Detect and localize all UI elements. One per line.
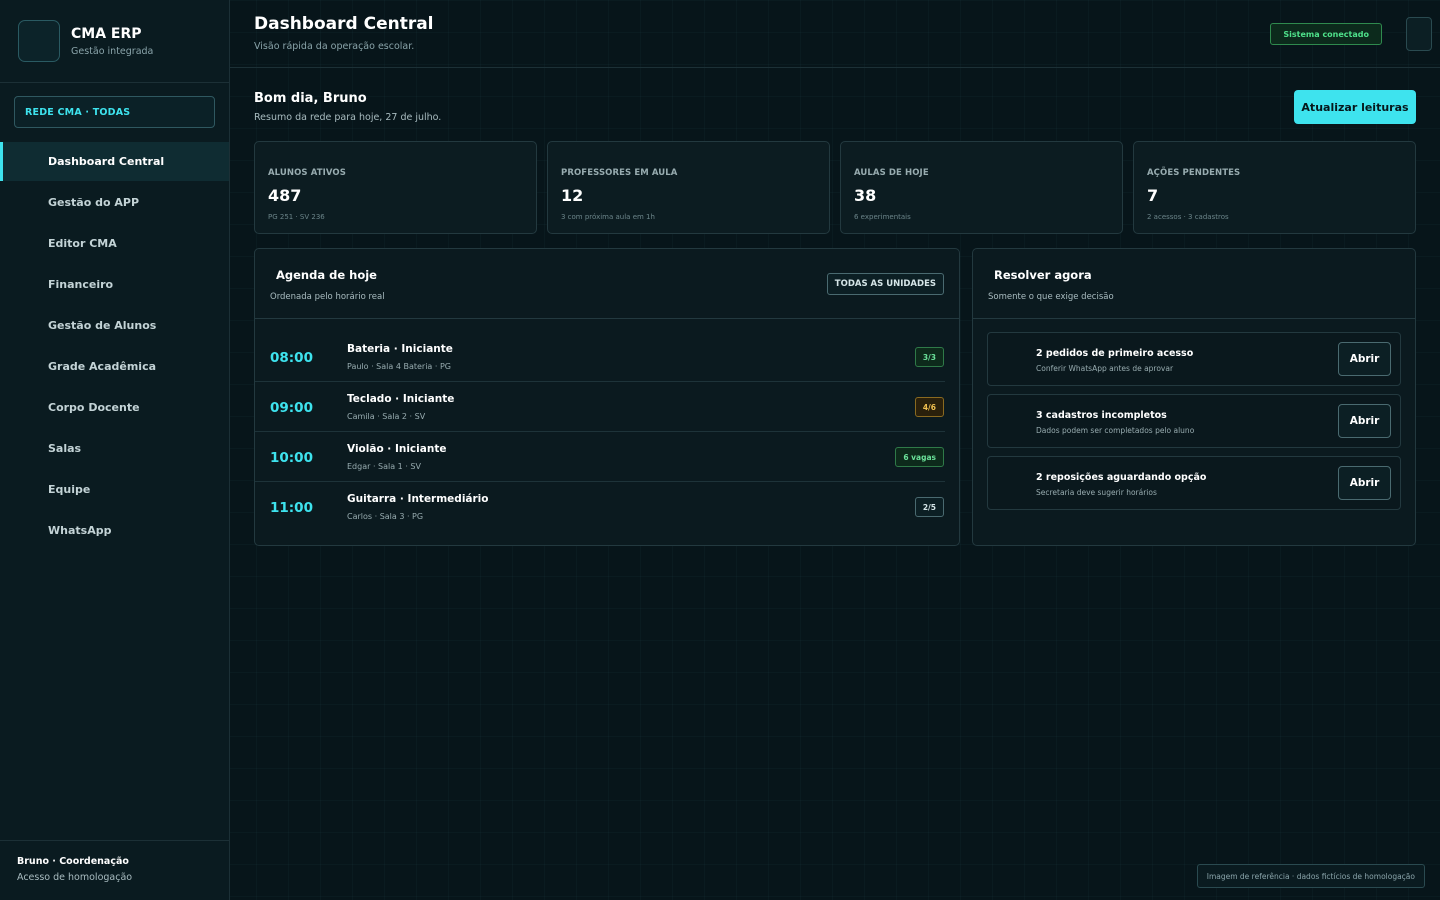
kpi-label: AÇÕES PENDENTES: [1147, 168, 1241, 178]
sidebar-item-whatsapp[interactable]: WhatsApp: [0, 511, 229, 550]
resolve-header: Resolver agora Somente o que exige decis…: [973, 249, 1415, 319]
page-subtitle: Visão rápida da operação escolar.: [254, 41, 415, 52]
agenda-row[interactable]: 09:00 Teclado · Iniciante Camila · Sala …: [255, 382, 945, 432]
kpi-label: ALUNOS ATIVOS: [268, 168, 346, 178]
resolve-panel: Resolver agora Somente o que exige decis…: [972, 248, 1416, 546]
sidebar-item-financeiro[interactable]: Financeiro: [0, 265, 229, 304]
kpi-detail: PG 251 · SV 236: [268, 213, 325, 221]
task-subtitle: Conferir WhatsApp antes de aprovar: [1036, 364, 1174, 373]
brand: CMA ERP Gestão integrada: [0, 0, 229, 83]
sidebar-item-salas[interactable]: Salas: [0, 429, 229, 468]
task-title: 2 pedidos de primeiro acesso: [1036, 348, 1194, 359]
kpi-card-aulas-de-hoje: AULAS DE HOJE 38 6 experimentais: [840, 141, 1123, 234]
agenda-row[interactable]: 10:00 Violão · Iniciante Edgar · Sala 1 …: [255, 432, 945, 482]
brand-logo: [18, 20, 60, 62]
resolve-subtitle: Somente o que exige decisão: [988, 292, 1114, 302]
kpi-value: 12: [561, 186, 584, 205]
sidebar-item-equipe[interactable]: Equipe: [0, 470, 229, 509]
capacity-badge: 4/6: [914, 397, 944, 417]
capacity-badge: 3/3: [914, 347, 944, 367]
status-badge: Sistema conectado: [1270, 23, 1382, 45]
agenda-row[interactable]: 11:00 Guitarra · Intermediário Carlos · …: [255, 482, 945, 532]
network-select[interactable]: REDE CMA · TODAS: [14, 96, 215, 128]
task-subtitle: Dados podem ser completados pelo aluno: [1036, 426, 1195, 435]
agenda-time: 10:00: [270, 450, 313, 466]
kpi-label: AULAS DE HOJE: [854, 168, 929, 178]
greeting-subtitle: Resumo da rede para hoje, 27 de julho.: [254, 112, 442, 123]
kpi-value: 7: [1147, 186, 1159, 205]
brand-title: CMA ERP: [71, 25, 142, 42]
greeting-title: Bom dia, Bruno: [254, 91, 367, 106]
user-name: Bruno · Coordenação: [17, 856, 129, 867]
user-role: Acesso de homologação: [17, 872, 133, 883]
agenda-class-name: Violão · Iniciante: [347, 443, 447, 455]
kpi-value: 487: [268, 186, 302, 205]
sidebar-item-grade-academica[interactable]: Grade Acadêmica: [0, 347, 229, 386]
greeting: Bom dia, Bruno Resumo da rede para hoje,…: [254, 91, 441, 123]
top-bar: Dashboard Central Visão rápida da operaç…: [230, 0, 1440, 68]
sidebar-item-gestao-do-app[interactable]: Gestão do APP: [0, 183, 229, 222]
kpi-card-acoes-pendentes: AÇÕES PENDENTES 7 2 acessos · 3 cadastro…: [1133, 141, 1416, 234]
sidebar-item-editor-cma[interactable]: Editor CMA: [0, 224, 229, 263]
agenda-class-meta: Camila · Sala 2 · SV: [347, 412, 426, 421]
open-button[interactable]: Abrir: [1338, 404, 1391, 438]
capacity-badge: 2/5: [914, 497, 944, 517]
agenda-row[interactable]: 08:00 Bateria · Iniciante Paulo · Sala 4…: [255, 332, 945, 382]
menu-button[interactable]: [1406, 17, 1432, 51]
agenda-class-name: Teclado · Iniciante: [347, 393, 455, 405]
agenda-time: 11:00: [270, 500, 313, 516]
kpi-detail: 2 acessos · 3 cadastros: [1147, 213, 1229, 221]
reference-note: Imagem de referência · dados fictícios d…: [1196, 864, 1425, 888]
user-info: Bruno · Coordenação Acesso de homologaçã…: [0, 840, 229, 900]
kpi-card-professores-em-aula: PROFESSORES EM AULA 12 3 com próxima aul…: [547, 141, 830, 234]
agenda-subtitle: Ordenada pelo horário real: [270, 292, 385, 302]
agenda-class-meta: Edgar · Sala 1 · SV: [347, 462, 421, 471]
agenda-panel: Agenda de hoje Ordenada pelo horário rea…: [254, 248, 960, 546]
pending-task: 3 cadastros incompletos Dados podem ser …: [987, 394, 1401, 448]
kpi-detail: 6 experimentais: [854, 213, 911, 221]
brand-subtitle: Gestão integrada: [71, 45, 154, 57]
agenda-class-meta: Carlos · Sala 3 · PG: [347, 512, 424, 521]
units-filter-button[interactable]: TODAS AS UNIDADES: [826, 273, 944, 295]
sidebar-item-gestao-de-alunos[interactable]: Gestão de Alunos: [0, 306, 229, 345]
kpi-label: PROFESSORES EM AULA: [561, 168, 678, 178]
agenda-time: 09:00: [270, 400, 313, 416]
open-button[interactable]: Abrir: [1338, 342, 1391, 376]
pending-task: 2 reposições aguardando opção Secretaria…: [987, 456, 1401, 510]
open-button[interactable]: Abrir: [1338, 466, 1391, 500]
agenda-class-name: Guitarra · Intermediário: [347, 493, 489, 505]
resolve-title: Resolver agora: [994, 268, 1092, 282]
page-title: Dashboard Central: [254, 14, 434, 34]
agenda-time: 08:00: [270, 350, 313, 366]
agenda-class-name: Bateria · Iniciante: [347, 343, 453, 355]
kpi-detail: 3 com próxima aula em 1h: [561, 213, 655, 221]
capacity-badge: 6 vagas: [895, 447, 944, 467]
task-title: 3 cadastros incompletos: [1036, 410, 1167, 421]
pending-task: 2 pedidos de primeiro acesso Conferir Wh…: [987, 332, 1401, 386]
sidebar-item-dashboard-central[interactable]: Dashboard Central: [0, 142, 229, 181]
sidebar-nav: Dashboard Central Gestão do APP Editor C…: [0, 142, 229, 552]
agenda-header: Agenda de hoje Ordenada pelo horário rea…: [255, 249, 959, 319]
sidebar: CMA ERP Gestão integrada REDE CMA · TODA…: [0, 0, 230, 900]
sidebar-item-corpo-docente[interactable]: Corpo Docente: [0, 388, 229, 427]
refresh-readings-button[interactable]: Atualizar leituras: [1294, 90, 1416, 124]
agenda-class-meta: Paulo · Sala 4 Bateria · PG: [347, 362, 451, 371]
task-title: 2 reposições aguardando opção: [1036, 472, 1207, 483]
agenda-title: Agenda de hoje: [276, 268, 377, 282]
kpi-value: 38: [854, 186, 877, 205]
kpi-card-alunos-ativos: ALUNOS ATIVOS 487 PG 251 · SV 236: [254, 141, 537, 234]
task-subtitle: Secretaria deve sugerir horários: [1036, 488, 1157, 497]
